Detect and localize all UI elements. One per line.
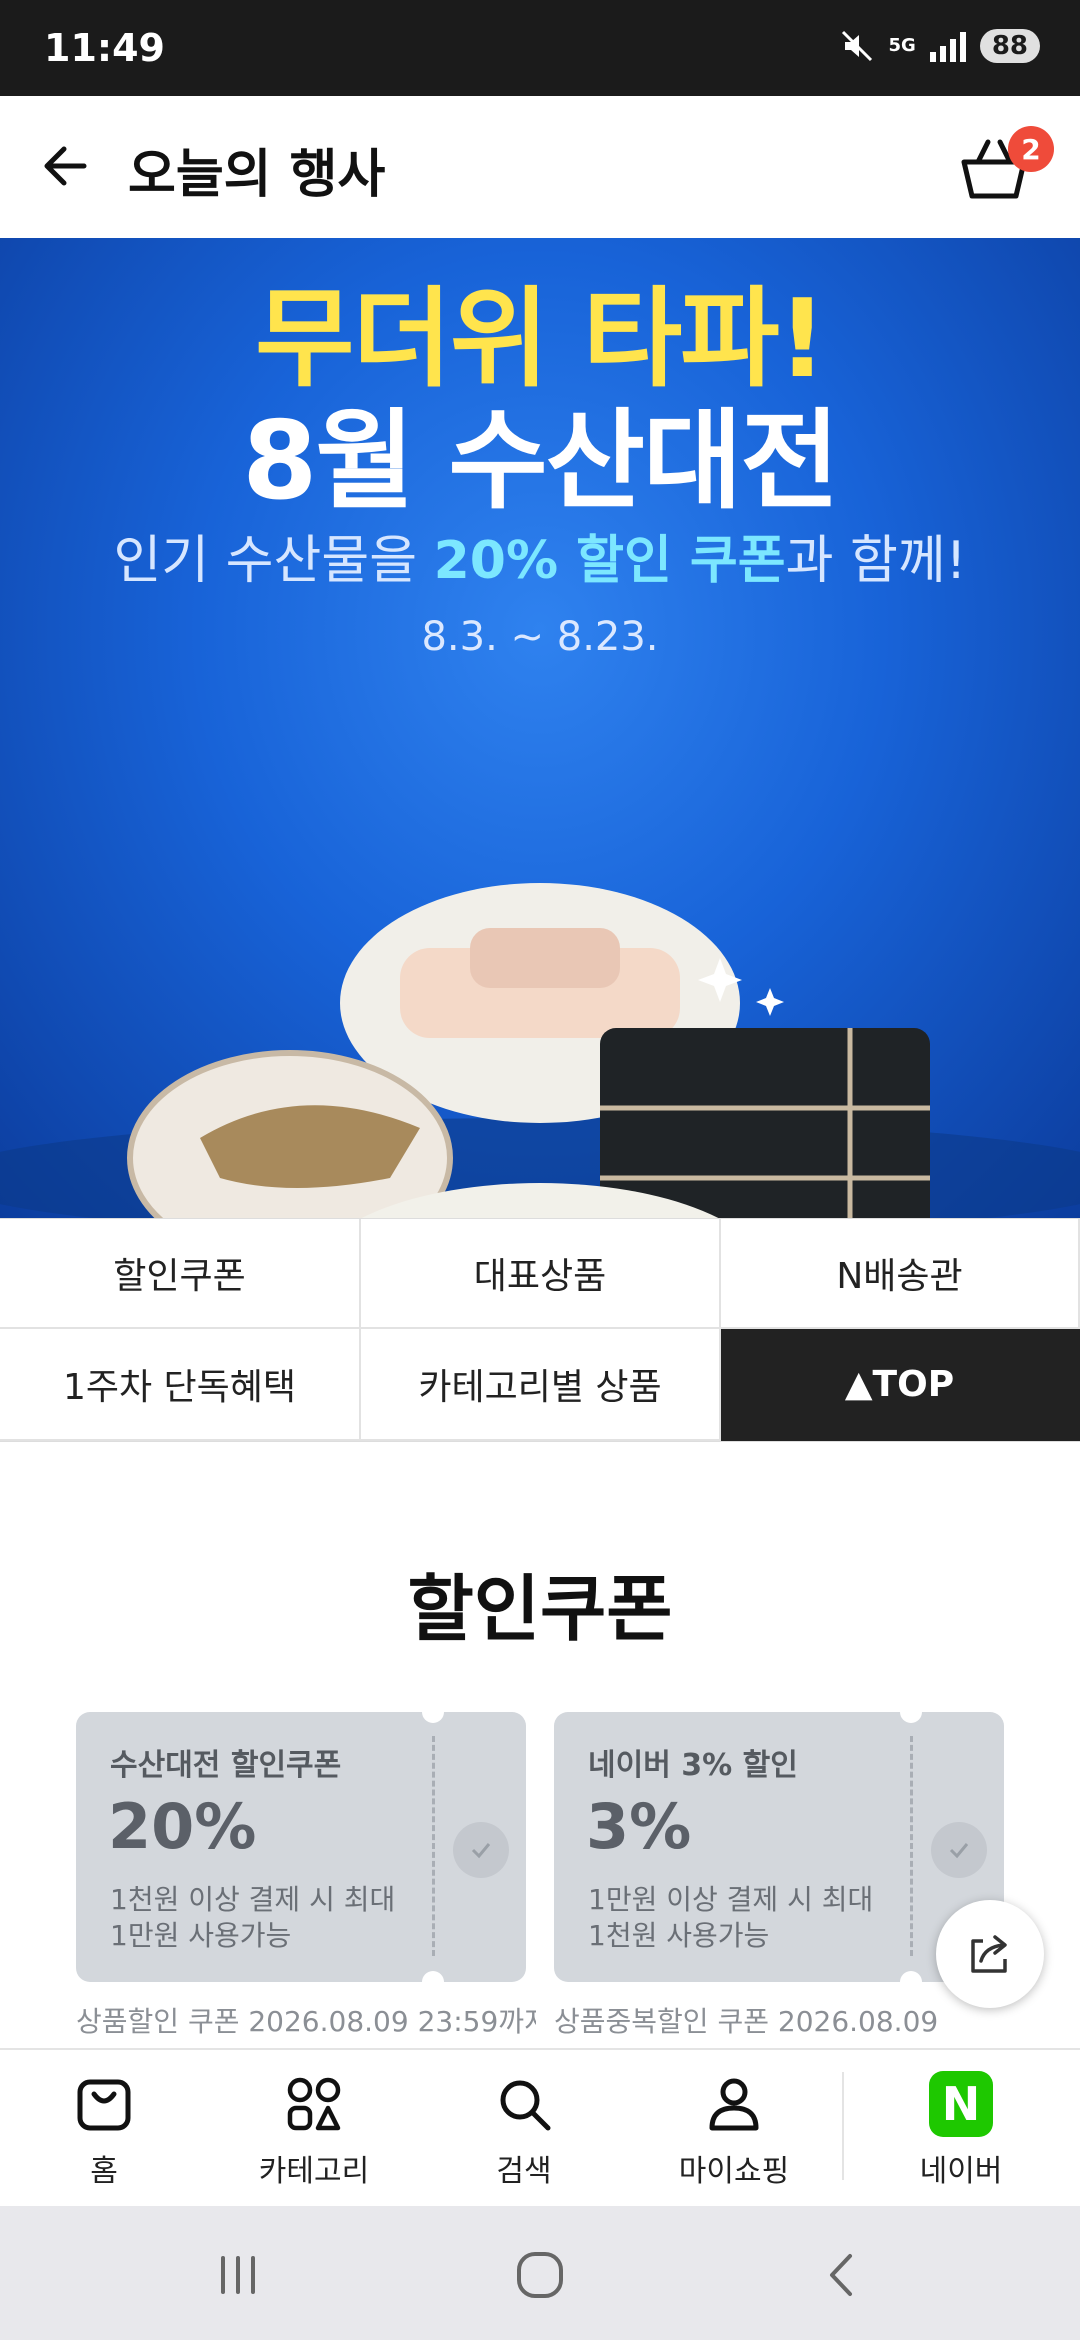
coupon-percent: 20% (108, 1790, 257, 1863)
tab-category-products[interactable]: 카테고리별 상품 (361, 1329, 721, 1441)
coupon-percent: 3% (586, 1790, 692, 1863)
naver-logo-letter: N (929, 2071, 993, 2137)
seafood-illustration (0, 883, 1080, 1218)
status-bar: 11:49 5G 88 (0, 0, 1080, 96)
coupon-download-check-icon[interactable] (453, 1822, 509, 1878)
section-tab-grid: 할인쿠폰 대표상품 N배송관 1주차 단독혜택 카테고리별 상품 ▲TOP (0, 1218, 1080, 1442)
coupon-divider (910, 1736, 913, 1956)
signal-icon (929, 30, 966, 62)
cart-count-badge: 2 (1008, 126, 1054, 172)
coupon-notch (900, 1971, 922, 1993)
banner-dates: 8.3. ~ 8.23. (421, 614, 659, 660)
coupon-name: 네이버 3% 할인 (588, 1748, 798, 1783)
nav-item-my-shopping[interactable]: 마이쇼핑 (664, 2050, 804, 2208)
coupon-note: 상품할인 쿠폰 2026.08.09 23:59까지 (76, 2005, 536, 2038)
shopping-bag-icon (72, 2072, 136, 2136)
banner-subtitle-highlight: 20% 할인 쿠폰 (433, 531, 786, 591)
coupon-desc-line-2: 1만원 사용가능 (110, 1919, 292, 1952)
promo-banner[interactable]: 무더위 타파! 8월 수산대전 인기 수산물을 20% 할인 쿠폰과 함께! 8… (0, 238, 1080, 1218)
coupon-description: 1만원 이상 결제 시 최대 1천원 사용가능 (588, 1882, 873, 1954)
tab-week1-exclusive[interactable]: 1주차 단독혜택 (0, 1329, 361, 1441)
banner-subtitle-pre: 인기 수산물을 (113, 531, 418, 591)
nav-item-search[interactable]: 검색 (474, 2050, 574, 2208)
nav-item-naver[interactable]: N 네이버 (911, 2050, 1011, 2208)
coupon-download-check-icon[interactable] (931, 1822, 987, 1878)
coupon-notch (422, 1971, 444, 1993)
bottom-navigation: 홈 카테고리 검색 마이쇼핑 N 네이버 (0, 2048, 1080, 2206)
nav-label: 네이버 (919, 2154, 1003, 2189)
back-arrow-icon[interactable] (36, 136, 96, 196)
coupon-desc-line-2: 1천원 사용가능 (588, 1919, 770, 1952)
nav-label: 홈 (90, 2154, 118, 2189)
nav-label: 검색 (496, 2154, 552, 2189)
system-navigation-bar (0, 2206, 1080, 2340)
coupon-divider (432, 1736, 435, 1956)
recent-apps-icon (221, 2256, 255, 2294)
back-button[interactable] (808, 2240, 878, 2310)
banner-headline-2: 8월 수산대전 (242, 399, 840, 524)
nav-label: 마이쇼핑 (678, 2154, 790, 2189)
search-icon (492, 2072, 556, 2136)
app-header: 오늘의 행사 2 (0, 96, 1080, 238)
network-type: 5G (888, 35, 916, 56)
coupon-desc-line-1: 1천원 이상 결제 시 최대 (110, 1883, 396, 1916)
share-icon (971, 1935, 1007, 1973)
nav-item-home[interactable]: 홈 (54, 2050, 154, 2208)
nav-item-category[interactable]: 카테고리 (254, 2050, 374, 2208)
banner-subtitle: 인기 수산물을 20% 할인 쿠폰과 함께! (0, 518, 1080, 593)
nav-label: 카테고리 (258, 2154, 370, 2189)
coupon-notch (422, 1701, 444, 1723)
back-chevron-icon (830, 2254, 852, 2296)
tab-featured-products[interactable]: 대표상품 (361, 1219, 721, 1329)
tab-discount-coupon[interactable]: 할인쿠폰 (0, 1219, 361, 1329)
page-title: 오늘의 행사 (128, 145, 386, 205)
recent-apps-button[interactable] (203, 2240, 273, 2310)
coupon-description: 1천원 이상 결제 시 최대 1만원 사용가능 (110, 1882, 395, 1954)
category-grid-icon (282, 2072, 346, 2136)
nav-divider (842, 2072, 844, 2180)
status-icons: 5G 88 (839, 28, 1040, 64)
naver-logo-icon: N (929, 2071, 993, 2137)
tab-n-delivery[interactable]: N배송관 (721, 1219, 1080, 1329)
share-button[interactable] (936, 1900, 1044, 2008)
banner-subtitle-post: 과 함께! (785, 531, 967, 591)
status-time: 11:49 (44, 26, 165, 70)
coupon-name: 수산대전 할인쿠폰 (110, 1748, 342, 1783)
coupon-card[interactable]: 수산대전 할인쿠폰 20% 1천원 이상 결제 시 최대 1만원 사용가능 (76, 1701, 526, 1993)
mute-icon (841, 30, 872, 62)
coupon-note: 상품중복할인 쿠폰 2026.08.09 (554, 2005, 939, 2038)
coupon-notch (900, 1701, 922, 1723)
coupon-section-title: 할인쿠폰 (407, 1567, 673, 1651)
tab-scroll-top[interactable]: ▲TOP (721, 1329, 1080, 1441)
coupon-desc-line-1: 1만원 이상 결제 시 최대 (588, 1883, 874, 1916)
home-button[interactable] (505, 2240, 575, 2310)
home-circle-icon (517, 2252, 563, 2298)
person-icon (702, 2072, 766, 2136)
battery-indicator: 88 (979, 29, 1040, 63)
